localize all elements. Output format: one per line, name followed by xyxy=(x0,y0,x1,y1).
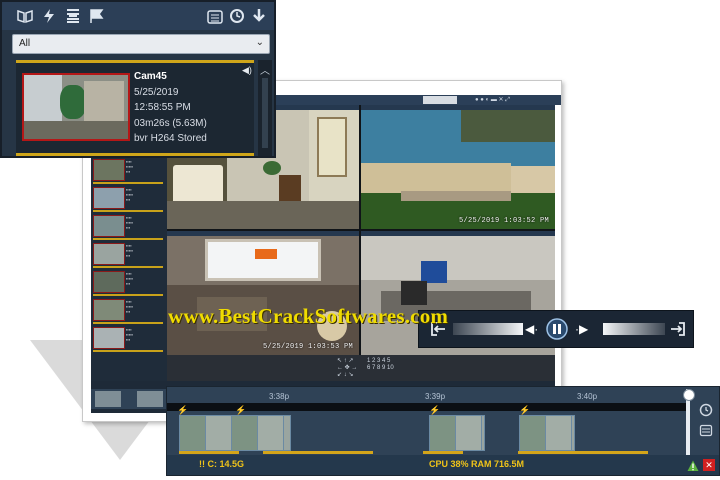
forward-speed-slider[interactable] xyxy=(603,323,665,335)
calendar-icon[interactable] xyxy=(699,423,713,442)
camera-view-2[interactable]: 5/25/2019 1:03:52 PM xyxy=(361,105,555,229)
event-details: Cam45 5/25/2019 12:58:55 PM 03m26s (5.63… xyxy=(134,69,207,147)
cpu-ram-status: CPU 38% RAM 716.5M xyxy=(429,459,525,469)
lightning-icon[interactable] xyxy=(40,8,58,24)
timeline-clip[interactable] xyxy=(519,415,575,451)
close-icon[interactable]: ✕ xyxy=(703,459,715,471)
filter-select-value: All xyxy=(19,38,31,49)
camera-timestamp: 5/25/2019 1:03:53 PM xyxy=(262,343,353,351)
rewind-speed-slider[interactable] xyxy=(453,323,523,335)
list-item[interactable]: ▪▪▪▪ ▪▪▪▪▪ ▪▪▪ xyxy=(93,185,163,212)
event-thumbnail[interactable] xyxy=(22,73,130,141)
ptz-control-strip: ↖ ↑ ↗ ← ✥ → ↙ ↓ ↘ 1 2 3 4 56 7 8 9 10 xyxy=(167,355,555,381)
watermark-text: www.BestCrackSoftwares.com xyxy=(168,304,449,328)
rewind-icon[interactable]: ◀· xyxy=(525,322,538,336)
shield-clock-icon[interactable] xyxy=(228,8,246,24)
book-icon[interactable] xyxy=(16,8,34,24)
event-card[interactable]: ◀) Cam45 5/25/2019 12:58:55 PM 03m26s (5… xyxy=(16,60,254,156)
exit-right-icon[interactable] xyxy=(669,320,687,343)
event-list-scrollbar[interactable]: ︿ xyxy=(258,60,272,156)
timeline-ruler: 3:38p 3:39p 3:40p xyxy=(173,391,685,403)
chevron-down-icon: ⌄ xyxy=(255,37,264,48)
tick-label: 3:39p xyxy=(425,392,446,401)
playback-controls: ◀· ·▶ xyxy=(418,310,694,348)
storage-status: !! C: 14.5G xyxy=(199,459,245,469)
event-duration: 03m26s (5.63M) xyxy=(134,117,207,129)
ladder-icon[interactable] xyxy=(64,8,82,24)
event-panel-toolbar xyxy=(2,2,274,30)
pause-icon[interactable] xyxy=(545,317,569,346)
flag-icon[interactable] xyxy=(88,8,106,24)
forward-icon[interactable]: ·▶ xyxy=(575,322,588,336)
camera-timestamp: 5/25/2019 1:03:52 PM xyxy=(458,217,549,225)
chevron-up-icon[interactable]: ︿ xyxy=(260,62,270,77)
list-item[interactable]: ▪▪▪▪ ▪▪▪▪▪ ▪▪▪ xyxy=(93,297,163,324)
event-panel: All ⌄ ◀) Cam45 5/25/2019 12:58:55 PM 03m… xyxy=(0,0,276,158)
calendar-icon[interactable] xyxy=(206,8,224,24)
warning-icon[interactable] xyxy=(687,459,699,477)
event-date: 5/25/2019 xyxy=(134,86,179,98)
timeline-clip[interactable] xyxy=(429,415,485,451)
status-bar: !! C: 14.5G CPU 38% RAM 716.5M ✕ xyxy=(167,455,719,475)
camera-view-header xyxy=(167,231,359,236)
tick-label: 3:40p xyxy=(577,392,598,401)
timeline-clip[interactable] xyxy=(179,415,291,451)
camera-view-3[interactable]: 5/25/2019 1:03:53 PM xyxy=(167,231,359,355)
clock-icon[interactable] xyxy=(699,403,713,422)
list-item[interactable]: ▪▪▪▪ ▪▪▪▪▪ ▪▪▪ xyxy=(93,325,163,352)
timeline-scrubber[interactable] xyxy=(683,389,695,455)
list-item[interactable]: ▪▪▪▪ ▪▪▪▪▪ ▪▪▪ xyxy=(93,269,163,296)
list-item[interactable]: ▪▪▪▪ ▪▪▪▪▪ ▪▪▪ xyxy=(93,241,163,268)
motion-activity-bar xyxy=(179,451,648,454)
event-format: bvr H264 Stored xyxy=(134,133,207,144)
toolbar-icons: ● ● ◐ ▬ ✕ ⤢ xyxy=(475,97,511,103)
preset-numbers[interactable]: 1 2 3 4 56 7 8 9 10 xyxy=(367,358,394,372)
event-time: 12:58:55 PM xyxy=(134,102,191,113)
timeline-panel: 3:38p 3:39p 3:40p ⚡ ⚡ ⚡ ⚡ !! C: 14.5G CP… xyxy=(166,386,720,476)
ptz-arrows[interactable]: ↖ ↑ ↗ ← ✥ → ↙ ↓ ↘ xyxy=(337,358,357,379)
event-camera-name: Cam45 xyxy=(134,71,167,82)
list-item[interactable]: ▪▪▪▪ ▪▪▪▪▪ ▪▪▪ xyxy=(93,157,163,184)
tick-label: 3:38p xyxy=(269,392,290,401)
list-item[interactable]: ▪▪▪▪ ▪▪▪▪▪ ▪▪▪ xyxy=(93,213,163,240)
speaker-icon[interactable]: ◀) xyxy=(242,65,252,76)
main-event-list: ▪▪▪▪ ▪▪▪▪▪ ▪▪▪ ▪▪▪▪ ▪▪▪▪▪ ▪▪▪ ▪▪▪▪ ▪▪▪▪▪ ▪▪▪ ▪… xyxy=(91,157,167,381)
download-arrow-icon[interactable] xyxy=(250,8,268,24)
layout-select[interactable] xyxy=(423,96,457,104)
filter-select[interactable]: All ⌄ xyxy=(12,34,270,54)
